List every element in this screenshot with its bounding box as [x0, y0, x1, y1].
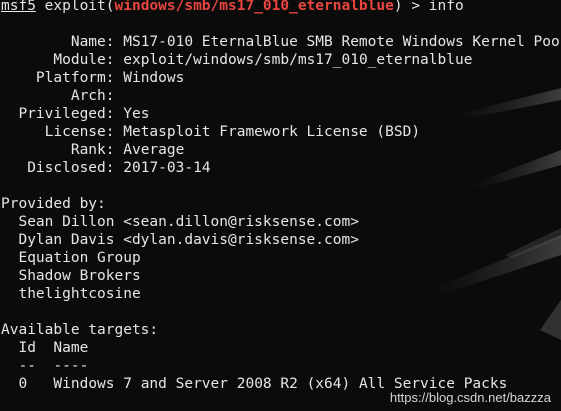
- terminal-output: msf5 exploit(windows/smb/ms17_010_eterna…: [1, 0, 561, 411]
- info-field-label: Disclosed: [27, 160, 106, 176]
- prompt-line: msf5 exploit(windows/smb/ms17_010_eterna…: [1, 0, 561, 15]
- info-field-row: Rank: Average: [70, 142, 185, 158]
- target-id-column-header: Id: [18, 340, 36, 356]
- info-field-value: Average: [123, 142, 185, 158]
- info-field-row: Platform: Windows: [35, 70, 185, 86]
- author-name: Equation Group: [18, 250, 141, 266]
- info-field-value: Metasploit Framework License (BSD): [123, 124, 421, 140]
- targets-header-underline: -- ----: [1, 357, 561, 375]
- target-id-underline: --: [18, 358, 36, 374]
- target-id: 0: [18, 376, 28, 392]
- author-row: Equation Group: [1, 249, 561, 267]
- info-field-label: Rank: [70, 142, 106, 158]
- authors-list: Sean Dillon <sean.dillon@risksense.com> …: [1, 213, 561, 303]
- info-field-value: Windows: [123, 70, 185, 86]
- info-field-row: License: Metasploit Framework License (B…: [44, 124, 421, 140]
- author-row: thelightcosine: [1, 285, 561, 303]
- info-field-label: License: [44, 124, 106, 140]
- info-field-row: Disclosed: 2017-03-14: [27, 160, 211, 176]
- prompt-context-open: exploit(: [35, 0, 115, 14]
- info-field-row: Name: MS17-010 EternalBlue SMB Remote Wi…: [70, 34, 560, 50]
- info-field-value: Yes: [123, 106, 150, 122]
- terminal-window[interactable]: msf5 exploit(windows/smb/ms17_010_eterna…: [0, 0, 561, 411]
- target-name-underline: ----: [53, 358, 89, 374]
- info-field-row: Privileged: Yes: [18, 106, 150, 122]
- msf-prompt: msf5: [1, 0, 36, 14]
- info-field-value: exploit/windows/smb/ms17_010_eternalblue: [123, 52, 473, 68]
- info-field-label: Name: [70, 34, 106, 50]
- author-row: Sean Dillon <sean.dillon@risksense.com>: [1, 213, 561, 231]
- author-row: Dylan Davis <dylan.davis@risksense.com>: [1, 231, 561, 249]
- watermark-text: https://blog.csdn.net/bazzza: [389, 390, 551, 405]
- author-row: Shadow Brokers: [1, 267, 561, 285]
- provided-by-heading: Provided by:: [1, 196, 106, 212]
- author-name: Shadow Brokers: [18, 268, 141, 284]
- info-field-label: Platform: [35, 70, 106, 86]
- author-name: Sean Dillon <sean.dillon@risksense.com>: [18, 214, 359, 230]
- targets-heading: Available targets:: [1, 322, 159, 338]
- module-info-fields: Name: MS17-010 EternalBlue SMB Remote Wi…: [1, 33, 561, 177]
- prompt-module-path: windows/smb/ms17_010_eternalblue: [114, 0, 394, 14]
- info-field-value: 2017-03-14: [123, 160, 211, 176]
- author-name: Dylan Davis <dylan.davis@risksense.com>: [18, 232, 359, 248]
- prompt-context-close: ) >: [393, 0, 429, 14]
- target-name-column-header: Name: [53, 340, 89, 356]
- info-field-value: MS17-010 EternalBlue SMB Remote Windows …: [123, 34, 560, 50]
- command-text: info: [428, 0, 464, 14]
- info-field-label: Arch: [70, 88, 106, 104]
- targets-header-row: Id Name: [1, 339, 561, 357]
- info-field-row: Arch:: [70, 88, 124, 104]
- info-field-label: Module: [53, 52, 106, 68]
- info-field-label: Privileged: [18, 106, 106, 122]
- author-name: thelightcosine: [18, 286, 141, 302]
- info-field-row: Module: exploit/windows/smb/ms17_010_ete…: [53, 52, 473, 68]
